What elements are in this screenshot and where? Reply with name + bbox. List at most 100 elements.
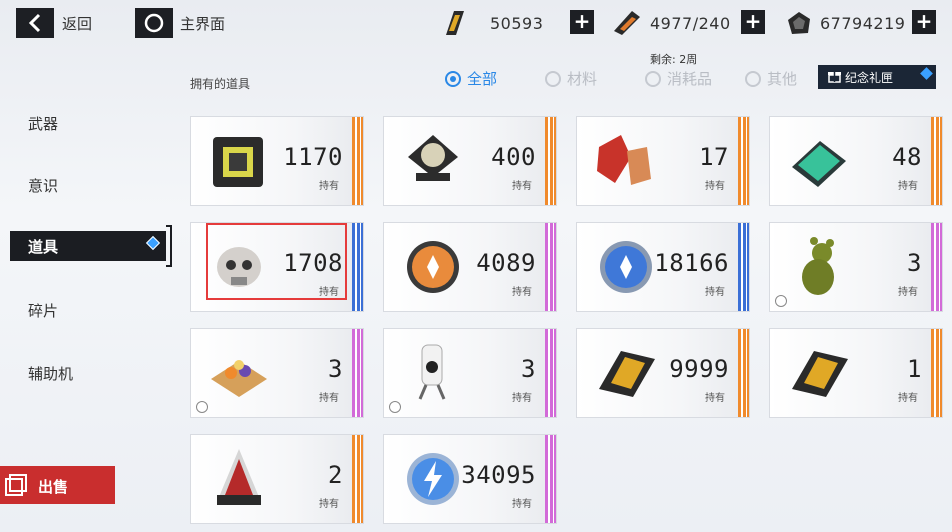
radio-icon xyxy=(645,70,661,87)
gift-box-label[interactable]: 纪念礼匣 xyxy=(845,69,893,86)
stamina-icon xyxy=(614,11,640,35)
teddy-bear-item-icon xyxy=(802,237,834,295)
chip-item-icon xyxy=(213,137,263,187)
item-owned-label: 持有 xyxy=(512,287,532,298)
sidebar-item-weapons[interactable]: 武器 xyxy=(28,113,58,134)
sell-icon xyxy=(5,474,27,496)
rarity-stripe xyxy=(352,435,363,523)
item-count: 3 xyxy=(328,355,343,383)
rarity-stripe xyxy=(545,435,556,523)
item-count: 48 xyxy=(892,143,922,171)
sidebar-item-items[interactable]: 道具 xyxy=(28,236,58,257)
item-count: 1 xyxy=(907,355,922,383)
item-card-red-cone-item[interactable]: 2 持有 xyxy=(190,434,364,524)
home-button[interactable] xyxy=(135,8,173,38)
rarity-stripe xyxy=(545,329,556,417)
item-card-gold-ticket-item-2[interactable]: 1 持有 xyxy=(769,328,943,418)
crystal-value: 67794219 xyxy=(820,13,906,33)
back-button[interactable] xyxy=(16,8,54,38)
item-owned-label: 持有 xyxy=(705,287,725,298)
sidebar-item-stigmata[interactable]: 意识 xyxy=(28,175,58,196)
waffle-item-icon xyxy=(211,360,267,397)
lightning-coin-item-icon xyxy=(407,453,459,505)
item-owned-label: 持有 xyxy=(319,499,339,510)
rarity-stripe xyxy=(931,117,942,205)
select-radio[interactable] xyxy=(196,401,208,413)
item-card-lightning-coin-item[interactable]: 34095 持有 xyxy=(383,434,557,524)
radio-icon xyxy=(445,70,461,87)
item-owned-label: 持有 xyxy=(898,287,918,298)
rarity-stripe xyxy=(352,329,363,417)
item-card-crystal-shard-item[interactable]: 17 持有 xyxy=(576,116,750,206)
item-count: 17 xyxy=(699,143,729,171)
selection-highlight xyxy=(206,223,347,300)
tab-all[interactable]: 全部 xyxy=(445,68,497,89)
item-card-teddy-bear-item[interactable]: 3 持有 xyxy=(769,222,943,312)
item-card-robot-item[interactable]: 3 持有 xyxy=(383,328,557,418)
rarity-stripe xyxy=(545,223,556,311)
item-card-core-item[interactable]: 400 持有 xyxy=(383,116,557,206)
book-item-icon xyxy=(792,141,846,187)
tab-consumables[interactable]: 消耗品 xyxy=(645,68,712,89)
crystal-plus-button[interactable]: + xyxy=(912,10,936,34)
orange-coin-item-icon xyxy=(407,241,459,293)
red-cone-item-icon xyxy=(217,449,261,505)
tab-other[interactable]: 其他 xyxy=(745,68,797,89)
item-owned-label: 持有 xyxy=(319,181,339,192)
tab-materials[interactable]: 材料 xyxy=(545,68,597,89)
rarity-stripe xyxy=(738,117,749,205)
rarity-stripe xyxy=(352,117,363,205)
core-item-icon xyxy=(408,135,458,181)
item-count: 3 xyxy=(521,355,536,383)
item-count: 34095 xyxy=(461,461,536,489)
item-owned-label: 持有 xyxy=(319,393,339,404)
item-owned-label: 持有 xyxy=(705,181,725,192)
radio-icon xyxy=(745,70,761,87)
selected-diamond-icon xyxy=(145,235,161,251)
stamina-plus-button[interactable]: + xyxy=(741,10,765,34)
select-radio[interactable] xyxy=(775,295,787,307)
item-count: 3 xyxy=(907,249,922,277)
top-bar: 返回 主界面 50593 + 4977/240 + 67794219 + xyxy=(0,0,952,46)
item-count: 18166 xyxy=(654,249,729,277)
item-card-blue-coin-item[interactable]: 18166 持有 xyxy=(576,222,750,312)
item-count: 4089 xyxy=(476,249,536,277)
item-owned-label: 持有 xyxy=(705,393,725,404)
sidebar-item-fragments[interactable]: 碎片 xyxy=(28,300,58,321)
sell-label[interactable]: 出售 xyxy=(38,476,68,497)
rarity-stripe xyxy=(931,223,942,311)
item-count: 2 xyxy=(328,461,343,489)
gift-icon xyxy=(828,72,841,83)
rarity-stripe xyxy=(931,329,942,417)
resource-ticket: 50593 xyxy=(490,8,543,38)
back-label[interactable]: 返回 xyxy=(62,13,92,34)
item-card-book-item[interactable]: 48 持有 xyxy=(769,116,943,206)
item-card-gold-ticket-item[interactable]: 9999 持有 xyxy=(576,328,750,418)
home-label[interactable]: 主界面 xyxy=(180,13,225,34)
item-card-waffle-item[interactable]: 3 持有 xyxy=(190,328,364,418)
gold-ticket-item-2-icon xyxy=(792,351,848,397)
crystal-shard-item-icon xyxy=(597,135,651,185)
owned-items-title: 拥有的道具 xyxy=(190,77,251,91)
ticket-value: 50593 xyxy=(490,13,544,33)
rarity-stripe xyxy=(352,223,363,311)
item-owned-label: 持有 xyxy=(898,181,918,192)
resource-stamina: 4977/240 xyxy=(650,8,731,38)
crystal-icon xyxy=(788,12,810,34)
rarity-stripe xyxy=(738,223,749,311)
chevron-left-icon xyxy=(28,13,41,33)
item-count: 1170 xyxy=(283,143,343,171)
selection-bracket xyxy=(166,225,172,267)
item-count: 400 xyxy=(491,143,536,171)
item-card-orange-coin-item[interactable]: 4089 持有 xyxy=(383,222,557,312)
gold-ticket-item-icon xyxy=(599,351,655,397)
rarity-stripe xyxy=(545,117,556,205)
home-circle-icon xyxy=(144,13,164,33)
item-owned-label: 持有 xyxy=(512,181,532,192)
item-owned-label: 持有 xyxy=(898,393,918,404)
ticket-plus-button[interactable]: + xyxy=(570,10,594,34)
item-card-chip-item[interactable]: 1170 持有 xyxy=(190,116,364,206)
select-radio[interactable] xyxy=(389,401,401,413)
rarity-stripe xyxy=(738,329,749,417)
sidebar-item-elf[interactable]: 辅助机 xyxy=(28,363,73,384)
